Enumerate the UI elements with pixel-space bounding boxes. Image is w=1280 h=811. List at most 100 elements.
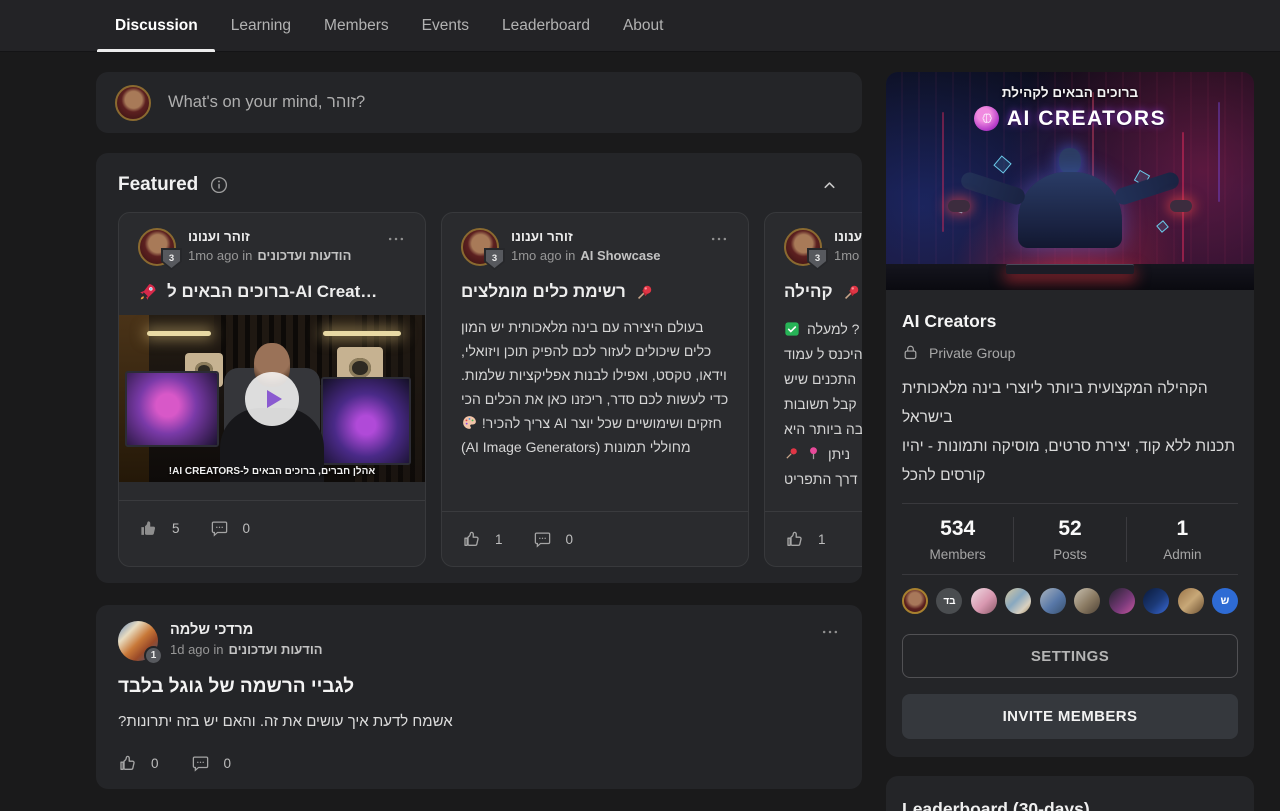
- member-avatar[interactable]: [1178, 588, 1204, 614]
- comment-icon: [191, 754, 210, 773]
- level-number: 3: [486, 250, 503, 268]
- banner-welcome-text: ברוכים הבאים לקהילת: [886, 85, 1254, 100]
- thumbs-up-icon: [462, 530, 481, 549]
- privacy-label: Private Group: [929, 345, 1015, 361]
- author-avatar[interactable]: 3: [784, 228, 822, 266]
- check-icon: [784, 321, 800, 337]
- author-name[interactable]: זוהר וענונו: [511, 229, 697, 244]
- body-text: היכנס ל עמוד: [784, 342, 862, 366]
- banner-figure-hand: [1170, 200, 1192, 212]
- tab-leaderboard[interactable]: Leaderboard: [502, 0, 590, 52]
- featured-header: Featured: [118, 174, 862, 196]
- post-meta: 1d ago in הודעות ועדכונים: [170, 642, 808, 657]
- more-options-icon[interactable]: [386, 229, 406, 249]
- comment-button[interactable]: 0: [210, 519, 251, 538]
- tab-discussion-label: Discussion: [115, 17, 198, 35]
- post-actions: 0 0: [118, 754, 840, 773]
- like-count: 1: [495, 532, 503, 547]
- tab-about[interactable]: About: [623, 0, 664, 52]
- featured-card-welcome[interactable]: 3 זוהר וענונו 1mo ago in הודעות ועדכונים: [118, 212, 426, 567]
- comment-icon: [533, 530, 552, 549]
- info-icon[interactable]: [210, 176, 228, 194]
- post-category[interactable]: הודעות ועדכונים: [257, 248, 351, 263]
- banner-figure-hand: [948, 200, 970, 212]
- like-button[interactable]: 1: [462, 530, 503, 549]
- group-banner-image: ברוכים הבאים לקהילת AI CREATORS: [886, 72, 1254, 290]
- monitor-right: [321, 377, 411, 465]
- thumbs-up-icon: [118, 754, 137, 773]
- tab-discussion[interactable]: Discussion: [115, 0, 198, 52]
- stat-posts: 52 Posts: [1013, 517, 1125, 562]
- member-avatar[interactable]: [1005, 588, 1031, 614]
- post-header: 1 מרדכי שלמה 1d ago in הודעות ועדכונים: [118, 621, 840, 661]
- featured-card-header: 3 זוהר וענונו 1mo ago in AI Showcase: [461, 228, 729, 266]
- body-text: קבל תשובות: [784, 392, 857, 416]
- author-name[interactable]: זוהר וענונו: [834, 229, 862, 244]
- invite-members-button[interactable]: INVITE MEMBERS: [902, 694, 1238, 739]
- studio-light: [147, 331, 211, 336]
- body-text: התכנים שיש: [784, 367, 856, 391]
- comment-count: 0: [224, 756, 232, 771]
- member-avatar[interactable]: [1109, 588, 1135, 614]
- composer-prompt: What's on your mind, זוהר?: [168, 93, 365, 112]
- body-text: ניתן: [828, 442, 850, 466]
- author-name[interactable]: זוהר וענונו: [188, 229, 374, 244]
- tab-members[interactable]: Members: [324, 0, 389, 52]
- featured-section: Featured 3 זוהר: [96, 153, 862, 583]
- post-time: 1mo ago in: [511, 248, 575, 263]
- play-button[interactable]: [245, 372, 299, 426]
- member-avatar[interactable]: [902, 588, 928, 614]
- video-caption: אהלן חברים, ברוכים הבאים ל-AI CREATORS!: [119, 466, 425, 477]
- featured-cards-row: 3 זוהר וענונו 1mo ago in הודעות ועדכונים: [118, 212, 862, 567]
- more-options-icon[interactable]: [820, 622, 840, 642]
- leaderboard-card: Leaderboard (30-days): [886, 776, 1254, 811]
- group-privacy: Private Group: [902, 344, 1238, 361]
- member-avatar-initials[interactable]: בד: [936, 588, 962, 614]
- comment-button[interactable]: 0: [533, 530, 574, 549]
- banner-figure: [1059, 148, 1081, 174]
- post-time: 1mo ago in: [188, 248, 252, 263]
- video-thumbnail[interactable]: אהלן חברים, ברוכים הבאים ל-AI CREATORS!: [119, 315, 425, 482]
- post-category[interactable]: הודעות ועדכונים: [229, 642, 323, 657]
- like-button[interactable]: 5: [139, 519, 180, 538]
- member-avatar[interactable]: [971, 588, 997, 614]
- tab-events[interactable]: Events: [422, 0, 469, 52]
- banner-keyboard: [1006, 264, 1134, 274]
- like-button[interactable]: 0: [118, 754, 159, 773]
- featured-card-community[interactable]: 3 זוהר וענונו 1mo ago in קהילה: [764, 212, 862, 567]
- level-badge: 1: [144, 646, 163, 665]
- body-line: היכנס ל עמוד: [784, 341, 862, 366]
- member-avatar[interactable]: [1074, 588, 1100, 614]
- settings-button[interactable]: SETTINGS: [902, 634, 1238, 678]
- tab-leaderboard-label: Leaderboard: [502, 17, 590, 35]
- member-avatar[interactable]: [1040, 588, 1066, 614]
- light-streak: [1182, 132, 1184, 262]
- like-button[interactable]: 1: [785, 530, 826, 549]
- feed-post[interactable]: 1 מרדכי שלמה 1d ago in הודעות ועדכונים ל…: [96, 605, 862, 789]
- pushpin-icon: [784, 446, 799, 461]
- comment-count: 0: [566, 532, 574, 547]
- author-name[interactable]: מרדכי שלמה: [170, 622, 808, 638]
- author-avatar[interactable]: 3: [138, 228, 176, 266]
- tab-learning-label: Learning: [231, 17, 291, 35]
- stat-admins: 1 Admin: [1126, 517, 1238, 562]
- featured-card-tools[interactable]: 3 זוהר וענונו 1mo ago in AI Showcase: [441, 212, 749, 567]
- author-avatar[interactable]: 3: [461, 228, 499, 266]
- stat-value: 52: [1014, 517, 1125, 541]
- tab-learning[interactable]: Learning: [231, 0, 291, 52]
- level-badge: 3: [484, 248, 505, 270]
- post-category[interactable]: AI Showcase: [580, 248, 660, 263]
- post-title: רשימת כלים מומלצים: [461, 282, 626, 302]
- comment-icon: [210, 519, 229, 538]
- more-options-icon[interactable]: [709, 229, 729, 249]
- post-actions: 1 0: [442, 511, 748, 566]
- member-avatar-initials[interactable]: ש: [1212, 588, 1238, 614]
- comment-button[interactable]: 0: [191, 754, 232, 773]
- chevron-up-icon[interactable]: [821, 177, 838, 194]
- level-number: 3: [163, 250, 180, 268]
- author-avatar[interactable]: 1: [118, 621, 158, 661]
- body-line: ניתן: [784, 441, 862, 466]
- banner-brand-text: AI CREATORS: [1007, 107, 1166, 131]
- post-composer[interactable]: What's on your mind, זוהר?: [96, 72, 862, 133]
- member-avatar[interactable]: [1143, 588, 1169, 614]
